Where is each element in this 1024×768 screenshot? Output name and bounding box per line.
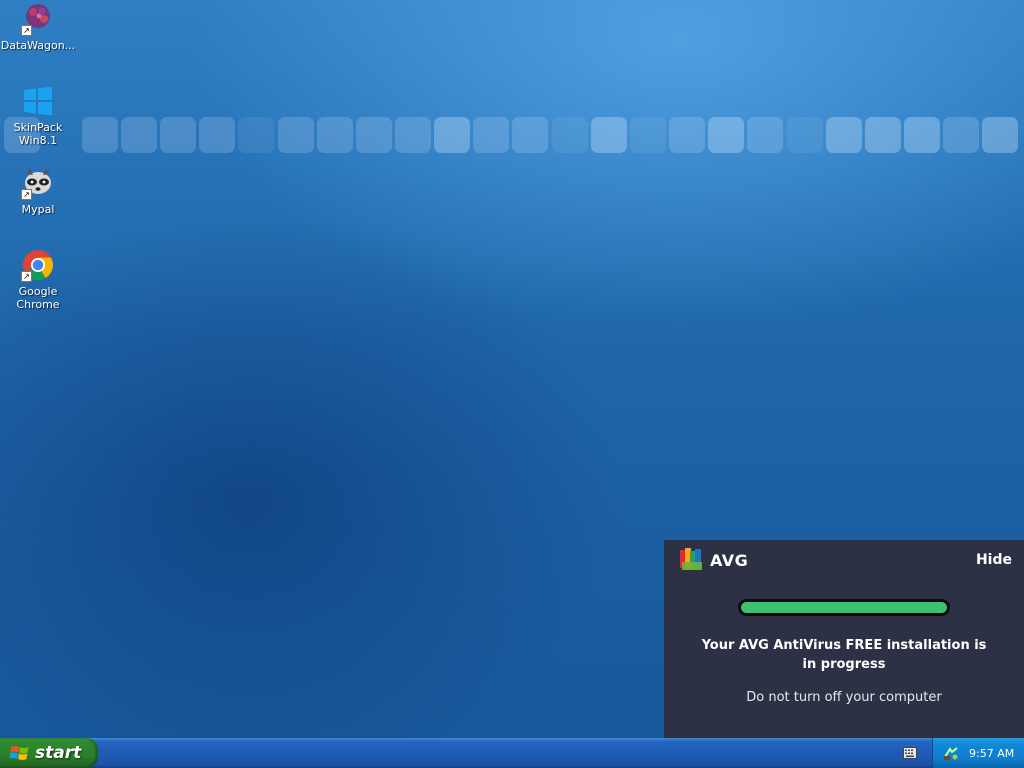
wallpaper-tile	[160, 117, 196, 153]
avg-logo-text: AVG	[710, 550, 749, 570]
chrome-icon: ↗	[21, 248, 55, 282]
wallpaper-tile	[826, 117, 862, 153]
wallpaper-tile	[943, 117, 979, 153]
wallpaper-tile	[356, 117, 392, 153]
system-tray: 9:57 AM	[932, 738, 1024, 768]
wallpaper-tile	[669, 117, 705, 153]
wallpaper-tile	[591, 117, 627, 153]
keyboard-icon[interactable]	[903, 747, 917, 759]
wallpaper-tile	[199, 117, 235, 153]
avg-install-notification: AVG Hide Your AVG AntiVirus FREE install…	[664, 540, 1024, 738]
windows-logo-icon	[21, 84, 55, 118]
network-status-icon[interactable]	[943, 745, 959, 761]
windows-flag-icon	[10, 746, 29, 760]
desktop-icon-datawagon[interactable]: ↗ DataWagon...	[0, 2, 78, 52]
install-status-message: Your AVG AntiVirus FREE installation is …	[701, 638, 987, 672]
wallpaper-tile	[904, 117, 940, 153]
start-button[interactable]: start	[0, 738, 98, 768]
wallpaper-tile	[395, 117, 431, 153]
shortcut-arrow-icon: ↗	[21, 271, 32, 282]
desktop-icon-label: SkinPack Win8.1	[13, 121, 63, 147]
desktop-icon-label: Google Chrome	[16, 285, 60, 311]
wallpaper-tile	[434, 117, 470, 153]
wallpaper-tile	[82, 117, 118, 153]
avg-logo: AVG	[680, 547, 748, 573]
clock[interactable]: 9:57 AM	[969, 747, 1014, 760]
desktop-icon-chrome[interactable]: ↗ Google Chrome	[0, 248, 78, 311]
wallpaper-tile	[238, 117, 274, 153]
desktop-icon-label: DataWagon...	[0, 39, 76, 52]
hide-button[interactable]: Hide	[976, 552, 1012, 568]
wallpaper-tile	[512, 117, 548, 153]
wallpaper-tile	[317, 117, 353, 153]
install-warning-text: Do not turn off your computer	[746, 690, 942, 705]
shortcut-arrow-icon: ↗	[21, 189, 32, 200]
start-label: start	[35, 743, 82, 763]
wallpaper-tile	[630, 117, 666, 153]
datawagon-icon: ↗	[21, 2, 55, 36]
install-progress-fill	[741, 602, 947, 613]
wallpaper-tile	[278, 117, 314, 153]
desktop-icon-mypal[interactable]: ↗ Mypal	[0, 166, 78, 216]
wallpaper-tile	[121, 117, 157, 153]
wallpaper-tile	[708, 117, 744, 153]
install-progress-bar	[738, 599, 950, 616]
desktop-icon-label: Mypal	[21, 203, 55, 216]
wallpaper-tile	[473, 117, 509, 153]
raccoon-icon: ↗	[21, 166, 55, 200]
wallpaper-tile	[552, 117, 588, 153]
decorative-tile-strip	[0, 117, 1024, 155]
taskbar: start 9:57 AM	[0, 738, 1024, 768]
shortcut-arrow-icon: ↗	[21, 25, 32, 36]
wallpaper-tile	[865, 117, 901, 153]
wallpaper-tile	[787, 117, 823, 153]
desktop: ↗ DataWagon... SkinPack Win8.1 ↗ Mypal ↗…	[0, 0, 1024, 738]
desktop-icon-skinpack[interactable]: SkinPack Win8.1	[0, 84, 78, 147]
avg-logo-icon	[680, 548, 702, 570]
wallpaper-tile	[982, 117, 1018, 153]
wallpaper-tile	[747, 117, 783, 153]
